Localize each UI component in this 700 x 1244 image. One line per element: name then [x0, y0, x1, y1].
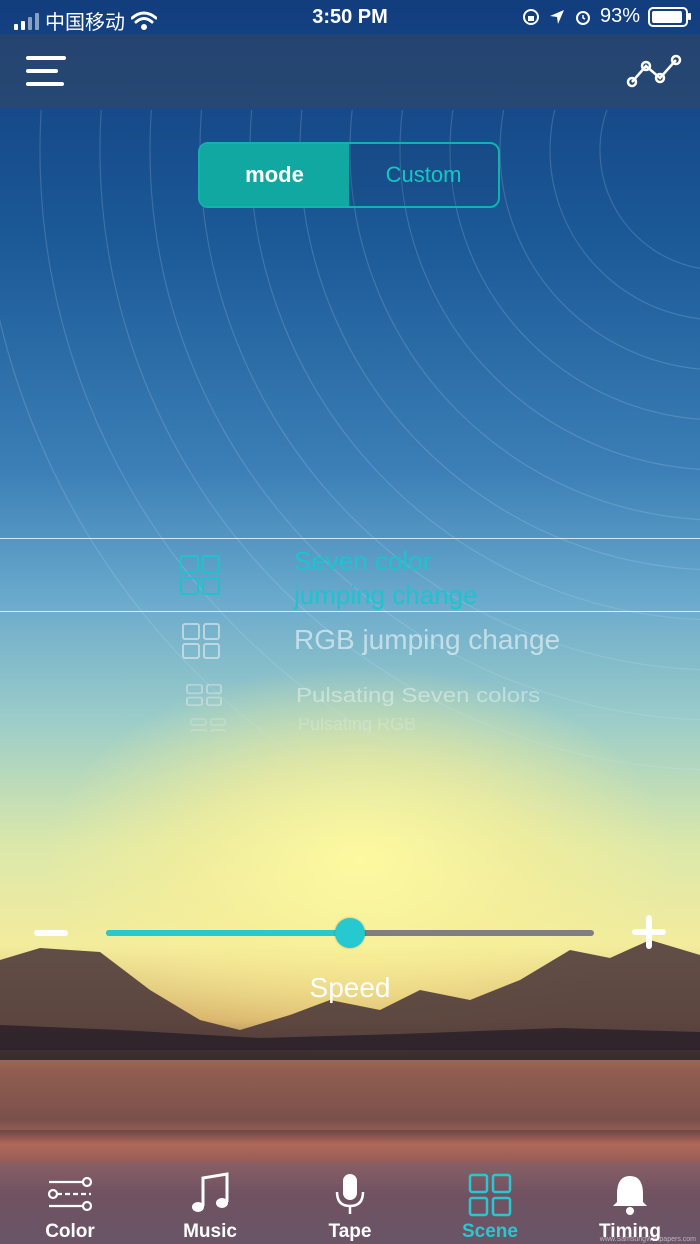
rotation-lock-icon: [522, 8, 539, 25]
tab-timing[interactable]: Timing: [560, 1162, 700, 1244]
picker-item-label: RGB jumping change: [294, 624, 561, 655]
custom-tab[interactable]: Custom: [349, 144, 498, 206]
watermark-text: www.SamsungWallpapers.com: [599, 1236, 696, 1243]
hamburger-menu-icon[interactable]: [26, 54, 66, 88]
scene-picker[interactable]: Seven color jumping change RGB jumping c…: [0, 538, 700, 738]
picker-item[interactable]: RGB jumping change: [0, 620, 700, 664]
music-note-icon: [192, 1172, 229, 1212]
picker-item[interactable]: Pulsating Seven colors: [0, 682, 700, 708]
tab-tape[interactable]: Tape: [280, 1162, 420, 1244]
battery-percent: 93%: [599, 5, 640, 27]
tab-label: Color: [45, 1221, 95, 1242]
location-arrow-icon: [549, 9, 564, 24]
tab-scene[interactable]: Scene: [420, 1162, 560, 1244]
sliders-icon: [47, 1176, 93, 1212]
speed-slider[interactable]: [106, 918, 594, 948]
bottom-tab-bar: Color Music Tape Scene Timing www.Samsun…: [0, 1162, 700, 1244]
tab-label: Tape: [328, 1221, 372, 1242]
grid-icon: [186, 683, 222, 707]
picker-item-label: Pulsating RGB: [298, 718, 417, 732]
picker-item[interactable]: Seven color jumping change: [0, 538, 700, 612]
speed-slider-thumb[interactable]: [335, 918, 365, 948]
battery-icon: [648, 6, 691, 27]
alarm-icon: [575, 10, 590, 25]
picker-item-label: Seven color jumping change: [294, 546, 478, 610]
battery-fill: [652, 10, 682, 23]
grid-icon: [180, 555, 220, 595]
tab-label: Scene: [462, 1221, 518, 1242]
tab-label: Music: [183, 1221, 237, 1242]
grid-icon: [190, 718, 226, 732]
status-right: 93%: [522, 5, 691, 28]
top-nav-bar: [0, 34, 700, 108]
tab-color[interactable]: Color: [0, 1162, 140, 1244]
status-bar: 中国移动 3:50 PM 93%: [0, 0, 700, 34]
mode-segmented-control: mode Custom: [198, 142, 500, 208]
tab-music[interactable]: Music: [140, 1162, 280, 1244]
speed-label: Speed: [309, 972, 391, 1003]
picker-item-label: Pulsating Seven colors: [296, 683, 541, 707]
grid-icon: [468, 1173, 512, 1217]
increase-speed-button[interactable]: [632, 915, 666, 949]
microphone-icon: [335, 1174, 365, 1214]
picker-item[interactable]: Pulsating RGB: [0, 718, 700, 732]
line-graph-icon[interactable]: [626, 52, 682, 92]
speed-slider-fill: [106, 930, 350, 936]
mountain-silhouette: [0, 940, 700, 1130]
grid-icon: [182, 623, 220, 659]
mode-tab[interactable]: mode: [200, 144, 349, 206]
bell-icon: [613, 1176, 647, 1215]
decrease-speed-button[interactable]: [34, 930, 68, 936]
